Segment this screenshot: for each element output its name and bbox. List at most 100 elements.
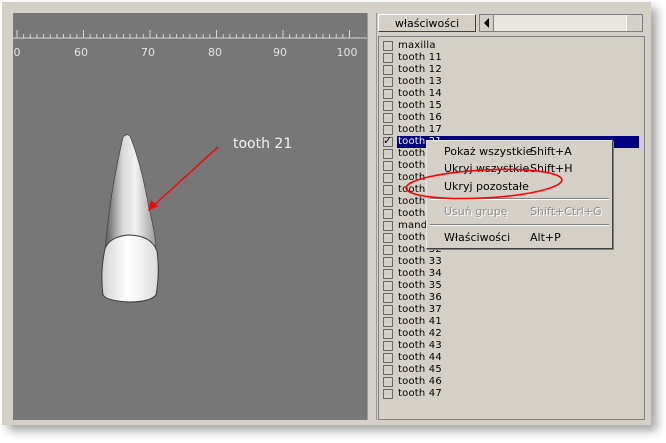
menu-item-label: Właściwości (444, 231, 511, 244)
visibility-checkbox[interactable] (383, 317, 393, 327)
visibility-checkbox[interactable] (383, 53, 393, 63)
menu-item-label: Pokaż wszystkie (444, 145, 533, 158)
visibility-checkbox[interactable] (383, 185, 393, 195)
list-item[interactable]: tooth 44 (383, 352, 638, 364)
list-item[interactable]: tooth 33 (383, 256, 638, 268)
visibility-checkbox[interactable] (383, 353, 393, 363)
visibility-checkbox[interactable] (383, 233, 393, 243)
visibility-checkbox[interactable] (383, 341, 393, 351)
list-item[interactable]: tooth 45 (383, 364, 638, 376)
list-item-label: tooth (398, 196, 426, 207)
horizontal-scrollbar[interactable] (479, 14, 643, 32)
menu-item-show-all[interactable]: Pokaż wszystkie Shift+A (429, 145, 610, 159)
list-item-label: tooth (398, 232, 426, 243)
visibility-checkbox[interactable] (383, 65, 393, 75)
list-item[interactable]: tooth 35 (383, 280, 638, 292)
visibility-checkbox[interactable] (383, 221, 393, 231)
list-item-label: tooth (398, 160, 426, 171)
menu-item-delete-group: Usuń grupę Shift+Ctrl+G (429, 205, 610, 219)
list-item-label: tooth 15 (398, 100, 442, 111)
panel-toolbar: właściwości (378, 14, 645, 34)
visibility-checkbox[interactable] (383, 245, 393, 255)
list-item-label: tooth 45 (398, 364, 442, 375)
visibility-checkbox[interactable] (383, 365, 393, 375)
list-item-label: tooth 44 (398, 352, 442, 363)
visibility-checkbox[interactable] (383, 269, 393, 279)
list-item-label: tooth 43 (398, 340, 442, 351)
list-item[interactable]: tooth 12 (383, 64, 638, 76)
3d-viewport[interactable]: 0 60 70 80 90 100 tooth 21 (13, 13, 367, 420)
visibility-checkbox[interactable]: ✓ (383, 134, 393, 147)
list-item[interactable]: tooth 36 (383, 292, 638, 304)
visibility-checkbox[interactable] (383, 305, 393, 315)
visibility-checkbox[interactable] (383, 113, 393, 123)
scroll-thumb[interactable] (626, 15, 642, 31)
list-item[interactable]: tooth 14 (383, 88, 638, 100)
menu-item-shortcut: Shift+A (530, 145, 572, 158)
tooth-model[interactable] (13, 13, 367, 420)
list-item-label: tooth 41 (398, 316, 442, 327)
menu-item-properties[interactable]: Właściwości Alt+P (429, 231, 610, 245)
list-item-label: tooth (398, 148, 426, 159)
list-item-label: mand (398, 220, 428, 231)
list-item-label: tooth 13 (398, 76, 442, 87)
visibility-checkbox[interactable] (383, 41, 393, 51)
tooth-annotation-label: tooth 21 (233, 136, 293, 152)
list-item[interactable]: tooth 16 (383, 112, 638, 124)
list-item-label: tooth 37 (398, 304, 442, 315)
visibility-checkbox[interactable] (383, 149, 393, 159)
list-item[interactable]: maxilla (383, 40, 638, 52)
list-item[interactable]: tooth 47 (383, 388, 638, 400)
list-item[interactable]: tooth 34 (383, 268, 638, 280)
list-item-label: tooth 34 (398, 268, 442, 279)
panel-splitter[interactable] (367, 13, 377, 420)
menu-item-shortcut: Shift+Ctrl+G (530, 205, 602, 218)
list-item-label: tooth 14 (398, 88, 442, 99)
list-item[interactable]: tooth 13 (383, 76, 638, 88)
visibility-checkbox[interactable] (383, 281, 393, 291)
list-item[interactable]: tooth 11 (383, 52, 638, 64)
menu-separator (430, 198, 609, 200)
visibility-checkbox[interactable] (383, 173, 393, 183)
list-item-label: tooth (398, 184, 426, 195)
list-item[interactable]: tooth 46 (383, 376, 638, 388)
check-icon: ✓ (383, 134, 393, 147)
list-item[interactable]: tooth 43 (383, 340, 638, 352)
visibility-checkbox[interactable] (383, 77, 393, 87)
visibility-checkbox[interactable] (383, 101, 393, 111)
list-item-label: tooth 33 (398, 256, 442, 267)
list-item-label: tooth 46 (398, 376, 442, 387)
context-menu: Pokaż wszystkie Shift+A Ukryj wszystkie … (426, 140, 613, 249)
properties-button[interactable]: właściwości (378, 14, 476, 32)
visibility-checkbox[interactable] (383, 389, 393, 399)
list-item[interactable]: tooth 41 (383, 316, 638, 328)
menu-item-hide-others[interactable]: Ukryj pozostałe (429, 180, 610, 194)
menu-item-label: Usuń grupę (444, 205, 508, 218)
visibility-checkbox[interactable] (383, 377, 393, 387)
visibility-checkbox[interactable] (383, 161, 393, 171)
visibility-checkbox[interactable] (383, 209, 393, 219)
list-item-label: tooth 47 (398, 388, 442, 399)
list-item-label: tooth 16 (398, 112, 442, 123)
list-item[interactable]: tooth 37 (383, 304, 638, 316)
menu-item-hide-all[interactable]: Ukryj wszystkie Shift+H (429, 162, 610, 176)
visibility-checkbox[interactable] (383, 197, 393, 207)
list-item-label: tooth (398, 208, 426, 219)
menu-separator (430, 224, 609, 226)
visibility-checkbox[interactable] (383, 293, 393, 303)
visibility-checkbox[interactable] (383, 89, 393, 99)
visibility-checkbox[interactable] (383, 329, 393, 339)
menu-item-label: Ukryj pozostałe (444, 180, 529, 193)
list-item-label: tooth 42 (398, 328, 442, 339)
list-item-label: tooth (398, 172, 426, 183)
arrow-left-icon (484, 18, 489, 28)
menu-item-shortcut: Alt+P (530, 231, 561, 244)
menu-item-label: Ukryj wszystkie (444, 162, 530, 175)
scroll-left-button[interactable] (480, 15, 494, 31)
list-item-label: tooth 35 (398, 280, 442, 291)
list-item[interactable]: tooth 42 (383, 328, 638, 340)
list-item[interactable]: tooth 17 (383, 124, 638, 136)
visibility-checkbox[interactable] (383, 257, 393, 267)
list-item-label: tooth 12 (398, 64, 442, 75)
list-item[interactable]: tooth 15 (383, 100, 638, 112)
